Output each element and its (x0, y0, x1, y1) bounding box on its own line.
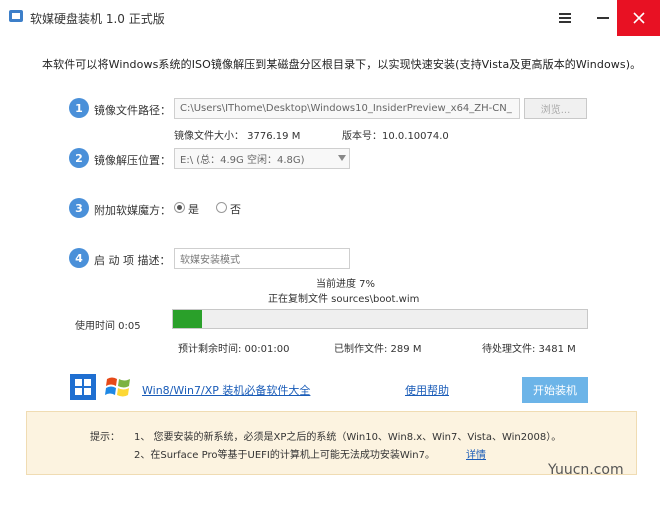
remaining-time: 预计剩余时间: 00:01:00 (178, 344, 290, 355)
app-icon (9, 10, 23, 22)
radio-yes[interactable] (174, 202, 185, 213)
software-list-link[interactable]: Win8/Win7/XP 装机必备软件大全 (142, 382, 310, 398)
step-1-label: 镜像文件路径： (94, 104, 171, 117)
description-text: 本软件可以将Windows系统的ISO镜像解压到某磁盘分区根目录下，以实现快速安… (42, 58, 642, 71)
extract-location-select[interactable]: E:\ (总：4.9G 空闲：4.8G) (174, 148, 350, 169)
progress-bar (172, 309, 588, 329)
close-icon[interactable] (617, 0, 660, 36)
image-size: 镜像文件大小： 3776.19 M (174, 131, 301, 142)
minimize-icon[interactable] (588, 0, 618, 36)
browse-button[interactable]: 浏览... (524, 98, 587, 119)
radio-no-label: 否 (230, 203, 241, 216)
step-3-label: 附加软媒魔方： (94, 204, 171, 217)
window-title: 软媒硬盘装机 1.0 正式版 (30, 12, 165, 26)
progress-fill (173, 310, 202, 328)
iso-path-field[interactable]: C:\Users\IThome\Desktop\Windows10_Inside… (174, 98, 520, 119)
start-install-button[interactable]: 开始装机 (522, 377, 588, 403)
help-link[interactable]: 使用帮助 (405, 382, 449, 398)
step-2-label: 镜像解压位置： (94, 154, 171, 167)
radio-no[interactable] (216, 202, 227, 213)
progress-file: 正在复制文件 sources\boot.wim (268, 294, 420, 305)
step-1-number: 1 (69, 98, 89, 118)
done-files: 已制作文件: 289 M (334, 344, 422, 355)
pending-files: 待处理文件: 3481 M (482, 344, 576, 355)
radio-yes-label: 是 (188, 203, 199, 216)
tips-line-2: 2、在Surface Pro等基于UEFI的计算机上可能无法成功安装Win7。 (134, 450, 435, 461)
watermark: Yuucn.com (548, 462, 624, 478)
tips-label: 提示： (90, 432, 120, 443)
image-version: 版本号：10.0.10074.0 (342, 131, 449, 142)
dropdown-arrow-icon[interactable] (338, 155, 346, 161)
windows8-logo-icon (70, 374, 96, 400)
step-2-number: 2 (69, 148, 89, 168)
step-3-number: 3 (69, 198, 89, 218)
windows7-logo-icon (105, 377, 130, 397)
extract-location-value: E:\ (总：4.9G 空闲：4.8G) (180, 155, 305, 166)
tips-line-1: 1、 您要安装的新系统，必须是XP之后的系统（Win10、Win8.x、Win7… (134, 432, 562, 443)
tips-detail-link[interactable]: 详情 (466, 446, 486, 461)
elapsed-time: 使用时间 0:05 (75, 321, 141, 332)
menu-icon[interactable] (550, 0, 580, 36)
tips-box (26, 411, 637, 475)
progress-current: 当前进度 7% (316, 279, 376, 290)
boot-description-input[interactable]: 软媒安装模式 (174, 248, 350, 269)
step-4-label: 启 动 项 描述： (94, 254, 171, 267)
step-4-number: 4 (69, 248, 89, 268)
